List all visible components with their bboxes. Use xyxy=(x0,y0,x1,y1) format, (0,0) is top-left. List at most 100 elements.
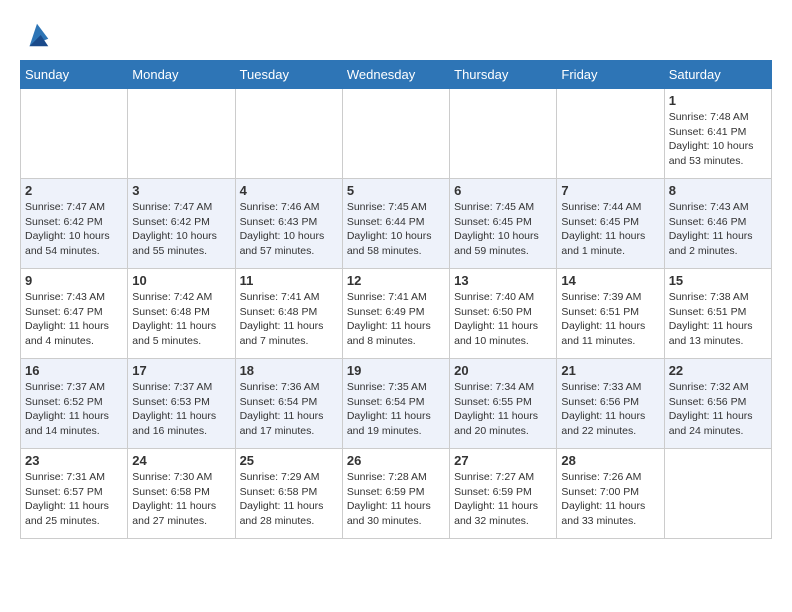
day-info: Sunrise: 7:43 AMSunset: 6:46 PMDaylight:… xyxy=(669,200,767,259)
calendar-cell: 3 Sunrise: 7:47 AMSunset: 6:42 PMDaylight… xyxy=(128,179,235,269)
day-info: Sunrise: 7:35 AMSunset: 6:54 PMDaylight:… xyxy=(347,380,445,439)
day-number: 8 xyxy=(669,183,767,198)
calendar-week-row: 1Sunrise: 7:48 AMSunset: 6:41 PMDaylight… xyxy=(21,89,772,179)
calendar-cell: 21 Sunrise: 7:33 AMSunset: 6:56 PMDayligh… xyxy=(557,359,664,449)
calendar-cell: 14 Sunrise: 7:39 AMSunset: 6:51 PMDayligh… xyxy=(557,269,664,359)
calendar-cell: 15 Sunrise: 7:38 AMSunset: 6:51 PMDayligh… xyxy=(664,269,771,359)
day-number: 25 xyxy=(240,453,338,468)
day-info: Sunrise: 7:46 AMSunset: 6:43 PMDaylight:… xyxy=(240,200,338,259)
calendar-table: SundayMondayTuesdayWednesdayThursdayFrid… xyxy=(20,60,772,539)
weekday-header-row: SundayMondayTuesdayWednesdayThursdayFrid… xyxy=(21,61,772,89)
calendar-cell: 17 Sunrise: 7:37 AMSunset: 6:53 PMDayligh… xyxy=(128,359,235,449)
day-number: 23 xyxy=(25,453,123,468)
day-number: 21 xyxy=(561,363,659,378)
calendar-cell: 6 Sunrise: 7:45 AMSunset: 6:45 PMDaylight… xyxy=(450,179,557,269)
weekday-header: Wednesday xyxy=(342,61,449,89)
calendar-cell: 8 Sunrise: 7:43 AMSunset: 6:46 PMDaylight… xyxy=(664,179,771,269)
calendar-cell: 25 Sunrise: 7:29 AMSunset: 6:58 PMDayligh… xyxy=(235,449,342,539)
day-info: Sunrise: 7:27 AMSunset: 6:59 PMDaylight:… xyxy=(454,470,552,529)
weekday-header: Sunday xyxy=(21,61,128,89)
calendar-cell: 13 Sunrise: 7:40 AMSunset: 6:50 PMDayligh… xyxy=(450,269,557,359)
day-number: 22 xyxy=(669,363,767,378)
day-info: Sunrise: 7:33 AMSunset: 6:56 PMDaylight:… xyxy=(561,380,659,439)
calendar-week-row: 23 Sunrise: 7:31 AMSunset: 6:57 PMDayligh… xyxy=(21,449,772,539)
day-number: 13 xyxy=(454,273,552,288)
day-info: Sunrise: 7:42 AMSunset: 6:48 PMDaylight:… xyxy=(132,290,230,349)
day-info: Sunrise: 7:47 AMSunset: 6:42 PMDaylight:… xyxy=(25,200,123,259)
day-number: 27 xyxy=(454,453,552,468)
calendar-cell: 23 Sunrise: 7:31 AMSunset: 6:57 PMDayligh… xyxy=(21,449,128,539)
calendar-cell: 28 Sunrise: 7:26 AMSunset: 7:00 PMDayligh… xyxy=(557,449,664,539)
day-number: 28 xyxy=(561,453,659,468)
logo-icon xyxy=(22,20,52,50)
calendar-cell: 2 Sunrise: 7:47 AMSunset: 6:42 PMDaylight… xyxy=(21,179,128,269)
day-info: Sunrise: 7:40 AMSunset: 6:50 PMDaylight:… xyxy=(454,290,552,349)
page-header xyxy=(20,20,772,50)
day-number: 18 xyxy=(240,363,338,378)
calendar-cell: 26 Sunrise: 7:28 AMSunset: 6:59 PMDayligh… xyxy=(342,449,449,539)
day-info: Sunrise: 7:31 AMSunset: 6:57 PMDaylight:… xyxy=(25,470,123,529)
day-number: 6 xyxy=(454,183,552,198)
calendar-cell: 27 Sunrise: 7:27 AMSunset: 6:59 PMDayligh… xyxy=(450,449,557,539)
calendar-cell: 11Sunrise: 7:41 AMSunset: 6:48 PMDayligh… xyxy=(235,269,342,359)
calendar-cell xyxy=(128,89,235,179)
day-info: Sunrise: 7:30 AMSunset: 6:58 PMDaylight:… xyxy=(132,470,230,529)
day-number: 26 xyxy=(347,453,445,468)
day-number: 19 xyxy=(347,363,445,378)
calendar-cell: 5 Sunrise: 7:45 AMSunset: 6:44 PMDaylight… xyxy=(342,179,449,269)
day-number: 16 xyxy=(25,363,123,378)
calendar-cell: 7Sunrise: 7:44 AMSunset: 6:45 PMDaylight… xyxy=(557,179,664,269)
day-info: Sunrise: 7:41 AMSunset: 6:49 PMDaylight:… xyxy=(347,290,445,349)
day-info: Sunrise: 7:44 AMSunset: 6:45 PMDaylight:… xyxy=(561,200,659,259)
day-info: Sunrise: 7:43 AMSunset: 6:47 PMDaylight:… xyxy=(25,290,123,349)
calendar-cell: 24 Sunrise: 7:30 AMSunset: 6:58 PMDayligh… xyxy=(128,449,235,539)
calendar-cell xyxy=(342,89,449,179)
day-info: Sunrise: 7:28 AMSunset: 6:59 PMDaylight:… xyxy=(347,470,445,529)
day-number: 12 xyxy=(347,273,445,288)
weekday-header: Thursday xyxy=(450,61,557,89)
day-info: Sunrise: 7:38 AMSunset: 6:51 PMDaylight:… xyxy=(669,290,767,349)
calendar-cell xyxy=(21,89,128,179)
calendar-cell xyxy=(557,89,664,179)
calendar-cell xyxy=(664,449,771,539)
calendar-cell: 9 Sunrise: 7:43 AMSunset: 6:47 PMDaylight… xyxy=(21,269,128,359)
day-info: Sunrise: 7:32 AMSunset: 6:56 PMDaylight:… xyxy=(669,380,767,439)
day-info: Sunrise: 7:37 AMSunset: 6:53 PMDaylight:… xyxy=(132,380,230,439)
weekday-header: Friday xyxy=(557,61,664,89)
calendar-cell: 19 Sunrise: 7:35 AMSunset: 6:54 PMDayligh… xyxy=(342,359,449,449)
calendar-cell: 10 Sunrise: 7:42 AMSunset: 6:48 PMDayligh… xyxy=(128,269,235,359)
calendar-cell xyxy=(450,89,557,179)
day-number: 17 xyxy=(132,363,230,378)
day-number: 9 xyxy=(25,273,123,288)
day-number: 14 xyxy=(561,273,659,288)
calendar-cell: 18 Sunrise: 7:36 AMSunset: 6:54 PMDayligh… xyxy=(235,359,342,449)
day-number: 3 xyxy=(132,183,230,198)
day-info: Sunrise: 7:47 AMSunset: 6:42 PMDaylight:… xyxy=(132,200,230,259)
calendar-cell: 20 Sunrise: 7:34 AMSunset: 6:55 PMDayligh… xyxy=(450,359,557,449)
calendar-cell: 22 Sunrise: 7:32 AMSunset: 6:56 PMDayligh… xyxy=(664,359,771,449)
day-number: 4 xyxy=(240,183,338,198)
day-number: 2 xyxy=(25,183,123,198)
calendar-cell: 1Sunrise: 7:48 AMSunset: 6:41 PMDaylight… xyxy=(664,89,771,179)
weekday-header: Monday xyxy=(128,61,235,89)
calendar-cell: 16 Sunrise: 7:37 AMSunset: 6:52 PMDayligh… xyxy=(21,359,128,449)
day-number: 1 xyxy=(669,93,767,108)
day-number: 15 xyxy=(669,273,767,288)
day-number: 10 xyxy=(132,273,230,288)
day-info: Sunrise: 7:34 AMSunset: 6:55 PMDaylight:… xyxy=(454,380,552,439)
day-info: Sunrise: 7:29 AMSunset: 6:58 PMDaylight:… xyxy=(240,470,338,529)
day-number: 24 xyxy=(132,453,230,468)
day-info: Sunrise: 7:45 AMSunset: 6:44 PMDaylight:… xyxy=(347,200,445,259)
calendar-week-row: 9 Sunrise: 7:43 AMSunset: 6:47 PMDaylight… xyxy=(21,269,772,359)
day-info: Sunrise: 7:36 AMSunset: 6:54 PMDaylight:… xyxy=(240,380,338,439)
calendar-cell xyxy=(235,89,342,179)
day-info: Sunrise: 7:26 AMSunset: 7:00 PMDaylight:… xyxy=(561,470,659,529)
day-number: 5 xyxy=(347,183,445,198)
day-number: 20 xyxy=(454,363,552,378)
day-info: Sunrise: 7:39 AMSunset: 6:51 PMDaylight:… xyxy=(561,290,659,349)
weekday-header: Saturday xyxy=(664,61,771,89)
calendar-week-row: 16 Sunrise: 7:37 AMSunset: 6:52 PMDayligh… xyxy=(21,359,772,449)
calendar-week-row: 2 Sunrise: 7:47 AMSunset: 6:42 PMDaylight… xyxy=(21,179,772,269)
day-info: Sunrise: 7:37 AMSunset: 6:52 PMDaylight:… xyxy=(25,380,123,439)
day-info: Sunrise: 7:45 AMSunset: 6:45 PMDaylight:… xyxy=(454,200,552,259)
